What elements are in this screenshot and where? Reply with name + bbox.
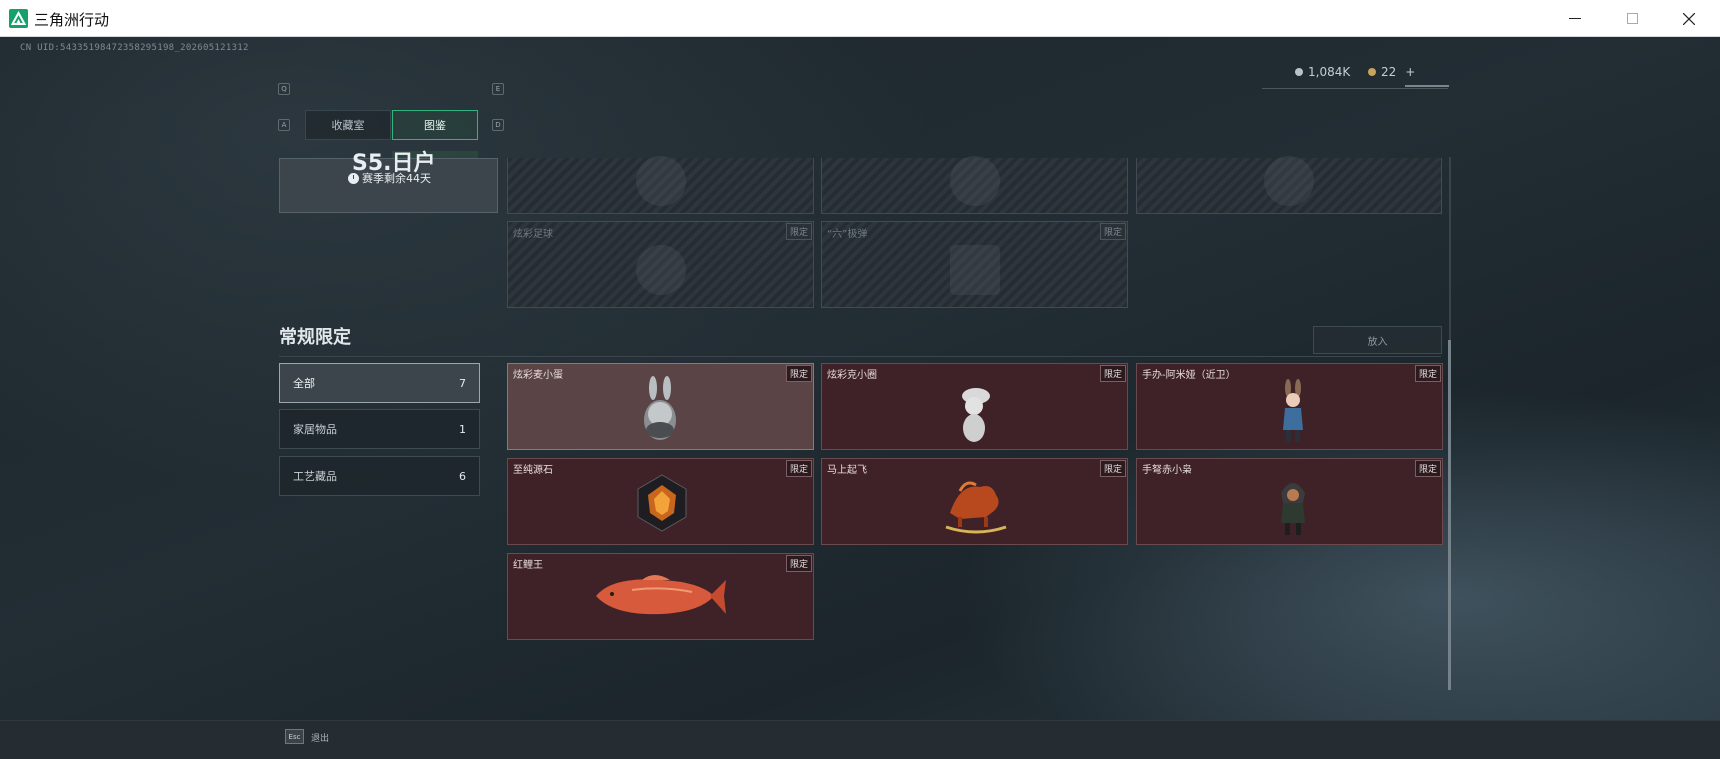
hotkey-e: E (492, 83, 504, 95)
section-title: 常规限定 (279, 327, 351, 348)
locked-item-card[interactable] (821, 155, 1128, 214)
limited-badge: 限定 (785, 460, 812, 477)
clock-icon (348, 172, 359, 184)
tab-collection-room[interactable]: 收藏室 (305, 110, 391, 140)
bunny-egg-icon (644, 376, 676, 440)
add-currency-button[interactable]: + (1405, 65, 1415, 79)
limited-badge: 限定 (1414, 460, 1441, 477)
locked-item-card[interactable] (1136, 155, 1442, 214)
window-titlebar: 三角洲行动 (0, 0, 1720, 37)
put-in-button[interactable]: 放入 (1313, 326, 1442, 354)
figurine-icon (962, 388, 990, 442)
filter-label: 工艺藏品 (293, 470, 337, 483)
exit-label[interactable]: 退出 (311, 731, 329, 744)
item-name: 马上起飞 (827, 465, 867, 476)
hotkey-a: A (278, 119, 290, 131)
section-divider (279, 356, 1441, 357)
limited-badge: 限定 (1099, 365, 1126, 382)
locked-item-silhouette-icon (1264, 155, 1314, 206)
limited-badge: 限定 (785, 555, 812, 572)
top-divider (1262, 88, 1448, 89)
filter-all[interactable]: 全部 7 (279, 363, 480, 403)
limited-badge: 限定 (1099, 223, 1126, 240)
limited-badge: 限定 (785, 365, 812, 382)
top-divider-accent (1405, 85, 1449, 87)
item-card[interactable]: 马上起飞 限定 (821, 458, 1128, 545)
filter-home-items[interactable]: 家居物品 1 (279, 409, 480, 449)
locked-item-silhouette-icon (635, 155, 686, 206)
locked-item-card[interactable]: “六”极弹 限定 (821, 221, 1128, 308)
hotkey-d: D (492, 119, 504, 131)
gold-amount: 22 (1381, 65, 1397, 79)
currency-gold: 22 + (1368, 65, 1415, 79)
hotkey-q: Q (278, 83, 290, 95)
item-name: 至纯源石 (513, 465, 553, 476)
rocking-horse-icon (945, 481, 1007, 534)
silver-amount: 1,084K (1308, 65, 1351, 79)
season-remaining-label: 赛季剩余44天 (362, 172, 431, 185)
minimize-icon[interactable] (1546, 0, 1604, 37)
filter-crafts[interactable]: 工艺藏品 6 (279, 456, 480, 496)
filter-label: 家居物品 (293, 423, 337, 436)
limited-badge: 限定 (785, 223, 812, 240)
item-card[interactable]: 炫彩麦小蛋 限定 (507, 363, 814, 450)
item-name: 炫彩足球 (513, 229, 553, 240)
filter-count: 6 (459, 469, 466, 483)
originium-crystal-icon (637, 474, 687, 532)
gold-coin-icon (1368, 68, 1376, 76)
item-card[interactable]: 手办-阿米娅（近卫） 限定 (1136, 363, 1443, 450)
tab-catalog[interactable]: 图鉴 (392, 110, 478, 140)
soccer-ball-silhouette-icon (635, 244, 686, 295)
limited-badge: 限定 (1099, 460, 1126, 477)
amiya-figure-icon (1283, 379, 1303, 442)
locked-item-silhouette-icon (949, 155, 1000, 206)
item-name: 炫彩克小圈 (827, 370, 877, 381)
game-viewport: CN UID:5433519847235829519​8_20260512131… (0, 37, 1720, 759)
item-name: 炫彩麦小蛋 (513, 370, 563, 381)
item-name: 手办-阿米娅（近卫） (1142, 370, 1236, 381)
koi-fish-icon (596, 575, 726, 615)
scrollbar-thumb[interactable] (1448, 340, 1451, 690)
maximize-icon[interactable] (1603, 0, 1661, 37)
item-card[interactable]: 手弩赤小枭 限定 (1136, 458, 1443, 545)
item-name: 红鲤王 (513, 560, 543, 571)
item-name: 手弩赤小枭 (1142, 465, 1192, 476)
close-icon[interactable] (1660, 0, 1718, 37)
item-name: “六”极弹 (827, 229, 868, 240)
item-card[interactable]: 红鲤王 限定 (507, 553, 814, 640)
limited-badge: 限定 (1414, 365, 1441, 382)
item-card[interactable]: 至纯源石 限定 (507, 458, 814, 545)
item-card[interactable]: 炫彩克小圈 限定 (821, 363, 1128, 450)
locked-item-card[interactable]: 炫彩足球 限定 (507, 221, 814, 308)
filter-count: 7 (459, 376, 466, 390)
esc-key[interactable]: Esc (285, 729, 304, 744)
hooded-figure-icon (1281, 483, 1305, 535)
season-panel: S5.日户 赛季剩余44天 (279, 151, 498, 213)
uid-label: CN UID:5433519847235829519​8_20260512131… (20, 43, 249, 53)
currency-silver: 1,084K (1295, 65, 1350, 79)
app-logo-icon (9, 9, 28, 28)
filter-count: 1 (459, 422, 466, 436)
silver-coin-icon (1295, 68, 1303, 76)
footer-bar: Esc 退出 (0, 720, 1720, 759)
window-title: 三角洲行动 (34, 11, 110, 29)
season-remaining: 赛季剩余44天 (348, 170, 431, 186)
locked-item-card[interactable] (507, 155, 814, 214)
projectile-silhouette-icon (949, 244, 1000, 295)
filter-label: 全部 (293, 377, 315, 390)
